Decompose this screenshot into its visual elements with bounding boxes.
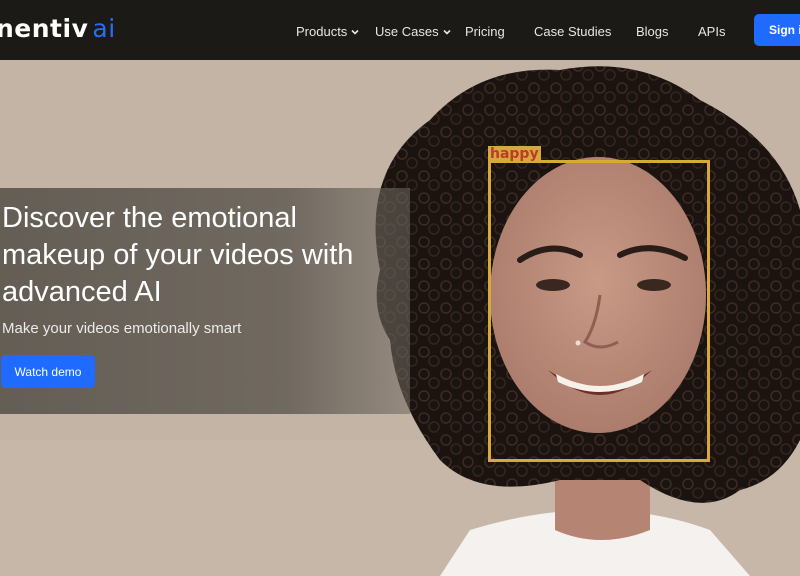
watch-demo-label: Watch demo: [14, 364, 82, 379]
hero-section: Discover the emotional makeup of your vi…: [0, 60, 800, 576]
hero-subheadline: Make your videos emotionally smart: [2, 320, 242, 337]
brand-suffix: ai: [92, 14, 116, 43]
emotion-label: happy: [488, 146, 541, 163]
nav-pricing[interactable]: Pricing: [465, 24, 505, 39]
nav-blogs[interactable]: Blogs: [636, 24, 669, 39]
sign-in-label: Sign in: [769, 23, 800, 37]
nav-use-cases[interactable]: Use Cases: [375, 24, 452, 39]
top-navbar: nentiv ai Products Use Cases Pricing Case…: [0, 0, 800, 60]
face-detection-box: [488, 160, 710, 462]
nav-case-studies[interactable]: Case Studies: [534, 24, 611, 39]
nav-case-studies-label: Case Studies: [534, 24, 612, 39]
brand-logo[interactable]: nentiv ai: [0, 14, 116, 43]
nav-products-label: Products: [296, 24, 348, 39]
hero-headline: Discover the emotional makeup of your vi…: [2, 202, 354, 308]
chevron-down-icon: [351, 29, 359, 35]
nav-apis[interactable]: APIs: [698, 24, 725, 39]
brand-name: nentiv: [0, 14, 89, 43]
nav-blogs-label: Blogs: [636, 24, 669, 39]
nav-products[interactable]: Products: [296, 24, 360, 39]
sign-in-button[interactable]: Sign in: [754, 14, 800, 46]
chevron-down-icon: [443, 29, 451, 35]
nav-use-cases-label: Use Cases: [375, 24, 439, 39]
nav-apis-label: APIs: [698, 24, 726, 39]
nav-pricing-label: Pricing: [465, 24, 505, 39]
watch-demo-button[interactable]: Watch demo: [1, 355, 95, 388]
